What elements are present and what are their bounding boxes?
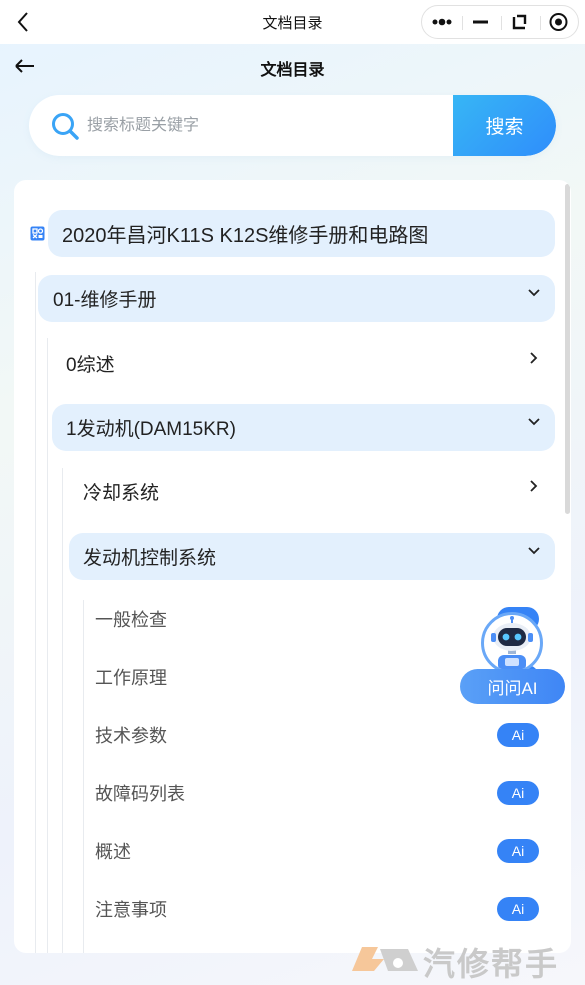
- chevron-down-icon: [528, 418, 540, 426]
- search-input[interactable]: [87, 95, 477, 156]
- tree-guide-line: [47, 338, 48, 953]
- tree-leaf-precautions[interactable]: 注意事项 Ai: [84, 890, 555, 928]
- ai-badge[interactable]: Ai: [497, 723, 539, 747]
- tree-leaf-label: 概述: [95, 842, 131, 862]
- chevron-right-icon: [530, 352, 538, 364]
- chevron-right-icon: [530, 480, 538, 492]
- tree-item-label: 1发动机(DAM15KR): [66, 419, 236, 440]
- close-miniprogram-icon[interactable]: [539, 5, 578, 39]
- watermark: 汽修帮手: [348, 935, 583, 982]
- search-icon: [52, 113, 79, 140]
- tree-item-engine[interactable]: 1发动机(DAM15KR): [52, 404, 555, 451]
- float-window-icon[interactable]: [500, 5, 539, 39]
- watermark-logo-icon: [352, 947, 418, 971]
- tree-item-label: 冷却系统: [83, 483, 160, 504]
- ai-badge[interactable]: Ai: [497, 781, 539, 805]
- tree-guide-line: [62, 468, 63, 953]
- ask-ai-floating-button[interactable]: 问问AI: [460, 612, 565, 704]
- tree-item-cooling-system[interactable]: 冷却系统: [69, 468, 555, 515]
- robot-avatar-icon: [481, 612, 543, 674]
- tree-item-maintenance-manual[interactable]: 01-维修手册: [38, 275, 555, 322]
- capsule-menu: [421, 5, 579, 39]
- tree-leaf-technical-params[interactable]: 技术参数 Ai: [84, 716, 555, 754]
- scrollbar[interactable]: [565, 184, 570, 514]
- tree-item-label: 01-维修手册: [53, 290, 157, 311]
- document-icon: [30, 226, 45, 241]
- tree-root-label: 2020年昌河K11S K12S维修手册和电路图: [62, 225, 429, 247]
- tree-leaf-label: 故障码列表: [95, 784, 185, 804]
- chevron-down-icon: [528, 547, 540, 555]
- tree-leaf-label: 一般检查: [95, 610, 167, 630]
- ai-badge[interactable]: Ai: [497, 839, 539, 863]
- tree-item-label: 发动机控制系统: [83, 548, 217, 569]
- watermark-text: 汽修帮手: [423, 946, 560, 982]
- tree-item-label: 0综述: [66, 355, 115, 376]
- miniprogram-nav-bar: 文档目录: [0, 0, 585, 44]
- page-header: 文档目录: [0, 44, 585, 90]
- tree-item-engine-control-system[interactable]: 发动机控制系统: [69, 533, 555, 580]
- tree-item-overview[interactable]: 0综述: [52, 340, 555, 387]
- ai-badge[interactable]: Ai: [497, 897, 539, 921]
- tree-leaf-label: 技术参数: [95, 726, 167, 746]
- tree-leaf-label: 工作原理: [95, 668, 167, 688]
- page-title: 文档目录: [260, 62, 325, 79]
- directory-tree: 2020年昌河K11S K12S维修手册和电路图 01-维修手册 0综述 1发动…: [14, 180, 571, 953]
- search-bar: 搜索: [29, 95, 556, 156]
- more-icon[interactable]: [422, 5, 461, 39]
- tree-root-item[interactable]: 2020年昌河K11S K12S维修手册和电路图: [48, 210, 555, 257]
- search-button[interactable]: 搜索: [453, 95, 556, 156]
- chevron-down-icon: [528, 289, 540, 297]
- ask-ai-label: 问问AI: [460, 669, 565, 704]
- tree-leaf-summary[interactable]: 概述 Ai: [84, 832, 555, 870]
- tree-leaf-fault-codes[interactable]: 故障码列表 Ai: [84, 774, 555, 812]
- minimize-icon[interactable]: [461, 5, 500, 39]
- tree-leaf-label: 注意事项: [95, 900, 167, 920]
- tree-guide-line: [35, 272, 36, 953]
